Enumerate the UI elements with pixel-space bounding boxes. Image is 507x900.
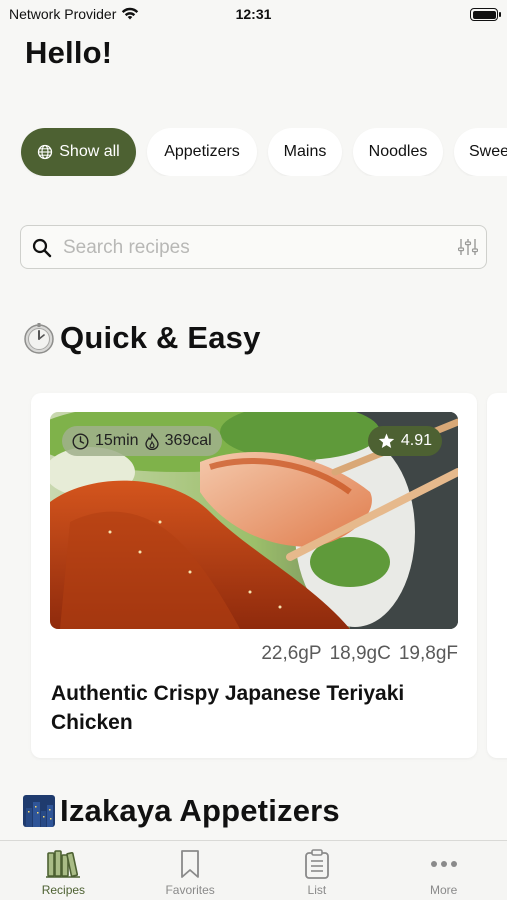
ellipsis-icon (430, 861, 457, 867)
calorie-count: 369cal (164, 432, 212, 449)
chip-label: Show all (59, 143, 120, 160)
tab-favorites[interactable]: Favorites (127, 841, 254, 900)
tab-label: List (307, 883, 327, 897)
recipe-card-next-peek[interactable] (487, 393, 507, 758)
fat-value: 19,8gF (398, 643, 458, 664)
chip-mains[interactable]: Mains (268, 128, 342, 176)
section-title: Izakaya Appetizers (60, 793, 340, 828)
clock-icon (72, 432, 89, 450)
search-icon (32, 238, 52, 258)
status-time: 12:31 (235, 6, 272, 22)
globe-icon (38, 144, 53, 160)
protein-value: 22,6gP (261, 643, 322, 664)
tab-label: Favorites (165, 883, 215, 897)
category-chips: Show all Appetizers Mains Noodles Swee (0, 128, 507, 176)
greeting-title: Hello! (25, 35, 113, 70)
clipboard-icon (304, 849, 329, 879)
books-icon (46, 850, 81, 878)
macro-nutrients: 22,6gP 18,9gC 19,8gF (261, 643, 458, 665)
tab-label: Recipes (41, 883, 86, 897)
time-calorie-badge: 15min 369cal (62, 426, 222, 456)
tab-list[interactable]: List (254, 841, 381, 900)
chip-noodles[interactable]: Noodles (353, 128, 443, 176)
chip-label: Mains (283, 143, 327, 160)
recipe-image: 15min 369cal 4.91 (50, 412, 458, 629)
rating-badge: 4.91 (367, 426, 442, 456)
tab-more[interactable]: More (380, 841, 507, 900)
tab-recipes[interactable]: Recipes (0, 841, 127, 900)
chip-label: Noodles (368, 143, 428, 160)
search-input[interactable] (63, 236, 443, 260)
carbs-value: 18,9gC (329, 643, 391, 664)
night-city-emoji-icon (22, 794, 56, 828)
rating-value: 4.91 (400, 432, 432, 449)
chip-show-all[interactable]: Show all (21, 128, 136, 176)
timer-emoji-icon (22, 321, 56, 355)
recipe-title: Authentic Crispy Japanese Teriyaki Chick… (51, 682, 405, 734)
chip-label: Appetizers (164, 143, 240, 160)
tab-label: More (429, 883, 458, 897)
section-quick-easy: Quick & Easy (22, 320, 261, 356)
flame-icon (144, 432, 159, 450)
chip-sweets[interactable]: Swee (454, 128, 507, 176)
battery-icon (470, 8, 501, 21)
section-izakaya-appetizers: Izakaya Appetizers (22, 793, 340, 829)
filter-sliders-icon[interactable] (458, 238, 478, 256)
star-icon (378, 433, 395, 448)
section-title: Quick & Easy (60, 320, 261, 355)
prep-time: 15min (95, 432, 139, 449)
status-bar: Network Provider 12:31 (0, 0, 507, 28)
bookmark-icon (181, 850, 200, 878)
search-bar[interactable] (20, 225, 487, 269)
chip-appetizers[interactable]: Appetizers (147, 128, 257, 176)
chip-label: Swee (469, 143, 507, 160)
recipe-card[interactable]: 15min 369cal 4.91 22,6gP 18,9gC 19,8gF A… (31, 393, 477, 758)
bottom-tab-bar: Recipes Favorites List More (0, 840, 507, 900)
